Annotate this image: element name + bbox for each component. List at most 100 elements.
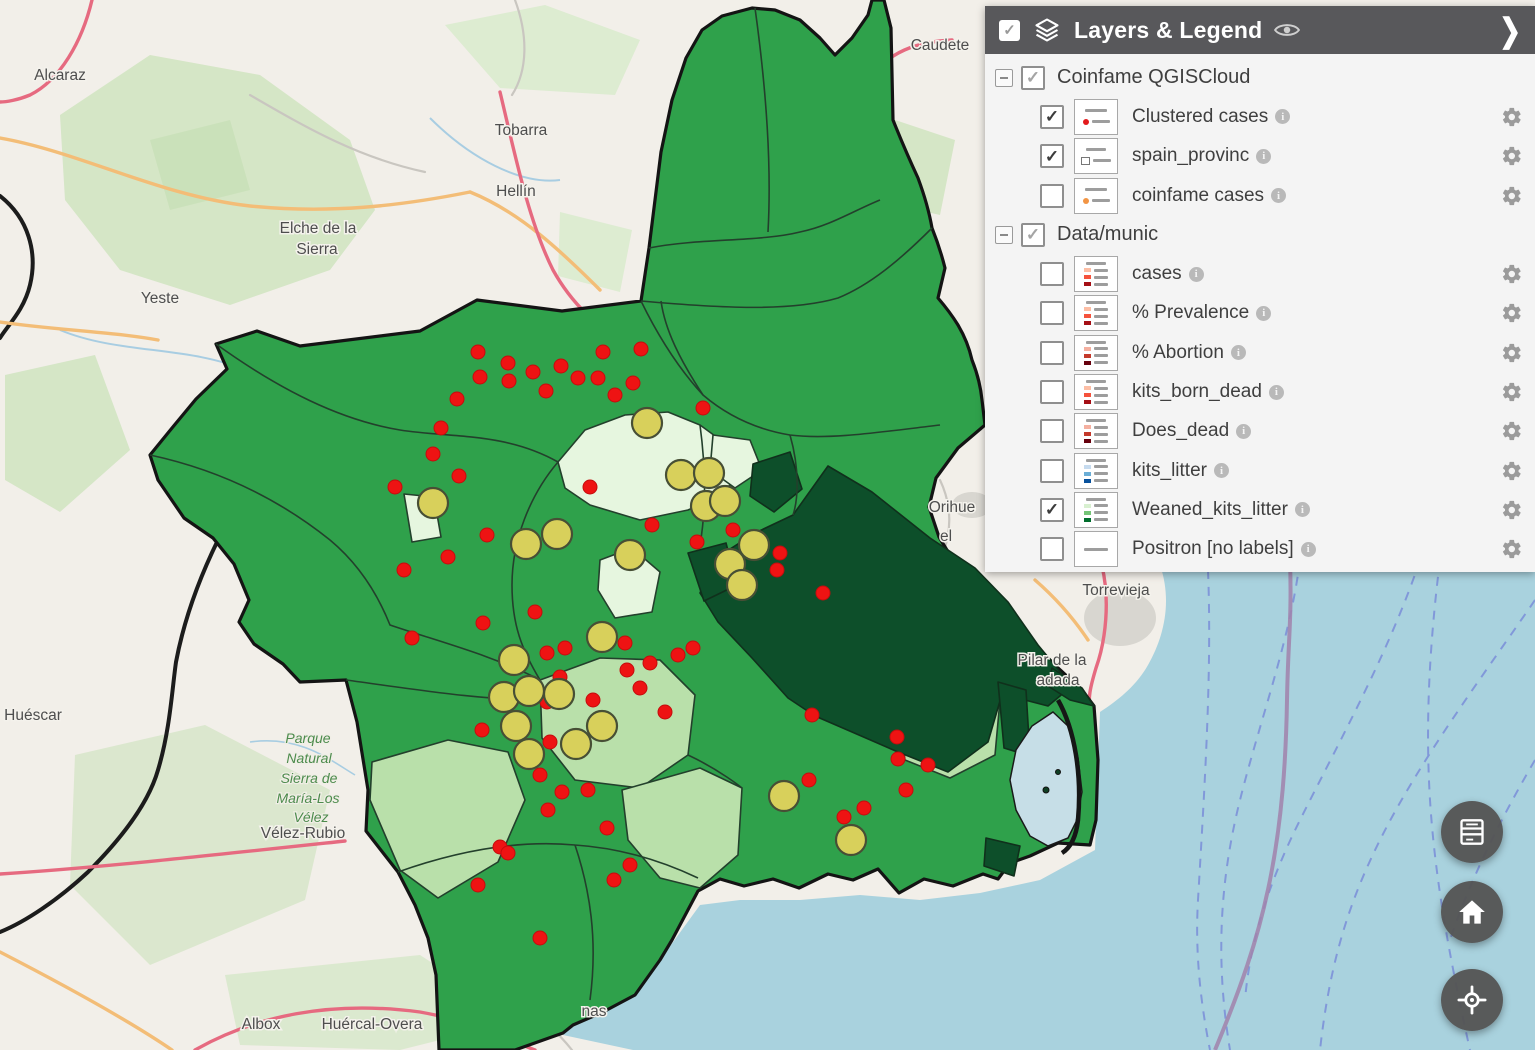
clustered-case-point[interactable] xyxy=(587,711,617,741)
layer-info-icon[interactable]: i xyxy=(1271,188,1286,203)
case-point[interactable] xyxy=(533,768,547,782)
clustered-case-point[interactable] xyxy=(836,825,866,855)
case-point[interactable] xyxy=(686,641,700,655)
layer-checkbox[interactable]: ✓ xyxy=(1040,498,1064,522)
case-point[interactable] xyxy=(480,528,494,542)
group-checkbox[interactable]: ✓ xyxy=(1021,223,1045,247)
eye-icon[interactable] xyxy=(1274,20,1300,40)
case-point[interactable] xyxy=(405,631,419,645)
group-collapse-icon[interactable] xyxy=(995,69,1013,87)
layer-checkbox[interactable]: ✓ xyxy=(1040,105,1064,129)
case-point[interactable] xyxy=(634,342,648,356)
case-point[interactable] xyxy=(773,546,787,560)
case-point[interactable] xyxy=(426,447,440,461)
clustered-case-point[interactable] xyxy=(501,711,531,741)
case-point[interactable] xyxy=(726,523,740,537)
layer-checkbox[interactable]: ✓ xyxy=(1040,341,1064,365)
layer-settings-gear-icon[interactable] xyxy=(1501,106,1523,128)
clustered-case-point[interactable] xyxy=(632,408,662,438)
case-point[interactable] xyxy=(618,636,632,650)
layer-info-icon[interactable]: i xyxy=(1256,306,1271,321)
case-point[interactable] xyxy=(770,563,784,577)
case-point[interactable] xyxy=(555,785,569,799)
all-layers-checkbox[interactable]: ✓ xyxy=(999,20,1020,41)
case-point[interactable] xyxy=(633,681,647,695)
results-button[interactable] xyxy=(1441,801,1503,863)
clustered-case-point[interactable] xyxy=(666,460,696,490)
clustered-case-point[interactable] xyxy=(561,729,591,759)
case-point[interactable] xyxy=(501,356,515,370)
clustered-case-point[interactable] xyxy=(615,540,645,570)
home-button[interactable] xyxy=(1441,881,1503,943)
clustered-case-point[interactable] xyxy=(499,645,529,675)
clustered-case-point[interactable] xyxy=(514,739,544,769)
clustered-case-point[interactable] xyxy=(511,529,541,559)
case-point[interactable] xyxy=(554,359,568,373)
layer-info-icon[interactable]: i xyxy=(1256,149,1271,164)
case-point[interactable] xyxy=(583,480,597,494)
layer-checkbox[interactable]: ✓ xyxy=(1040,419,1064,443)
clustered-case-point[interactable] xyxy=(542,519,572,549)
case-point[interactable] xyxy=(890,730,904,744)
layer-info-icon[interactable]: i xyxy=(1236,424,1251,439)
layer-checkbox[interactable]: ✓ xyxy=(1040,262,1064,286)
layer-info-icon[interactable]: i xyxy=(1231,345,1246,360)
layer-settings-gear-icon[interactable] xyxy=(1501,263,1523,285)
case-point[interactable] xyxy=(528,605,542,619)
layer-checkbox[interactable]: ✓ xyxy=(1040,459,1064,483)
case-point[interactable] xyxy=(626,376,640,390)
group-collapse-icon[interactable] xyxy=(995,226,1013,244)
case-point[interactable] xyxy=(696,401,710,415)
case-point[interactable] xyxy=(891,752,905,766)
case-point[interactable] xyxy=(558,641,572,655)
case-point[interactable] xyxy=(452,469,466,483)
layer-settings-gear-icon[interactable] xyxy=(1501,145,1523,167)
layer-info-icon[interactable]: i xyxy=(1301,542,1316,557)
case-point[interactable] xyxy=(607,873,621,887)
case-point[interactable] xyxy=(471,878,485,892)
case-point[interactable] xyxy=(526,365,540,379)
clustered-case-point[interactable] xyxy=(587,622,617,652)
case-point[interactable] xyxy=(921,758,935,772)
case-point[interactable] xyxy=(471,345,485,359)
case-point[interactable] xyxy=(802,773,816,787)
case-point[interactable] xyxy=(475,723,489,737)
case-point[interactable] xyxy=(620,663,634,677)
case-point[interactable] xyxy=(476,616,490,630)
clustered-case-point[interactable] xyxy=(694,458,724,488)
case-point[interactable] xyxy=(623,858,637,872)
case-point[interactable] xyxy=(899,783,913,797)
layer-settings-gear-icon[interactable] xyxy=(1501,460,1523,482)
case-point[interactable] xyxy=(671,648,685,662)
case-point[interactable] xyxy=(586,693,600,707)
layer-checkbox[interactable]: ✓ xyxy=(1040,301,1064,325)
case-point[interactable] xyxy=(805,708,819,722)
layer-info-icon[interactable]: i xyxy=(1214,463,1229,478)
case-point[interactable] xyxy=(441,550,455,564)
layer-settings-gear-icon[interactable] xyxy=(1501,302,1523,324)
locate-button[interactable] xyxy=(1441,969,1503,1031)
layer-checkbox[interactable]: ✓ xyxy=(1040,537,1064,561)
case-point[interactable] xyxy=(473,370,487,384)
case-point[interactable] xyxy=(690,535,704,549)
layer-checkbox[interactable]: ✓ xyxy=(1040,144,1064,168)
clustered-case-point[interactable] xyxy=(769,781,799,811)
case-point[interactable] xyxy=(857,801,871,815)
layer-info-icon[interactable]: i xyxy=(1295,502,1310,517)
collapse-panel-arrow-icon[interactable]: ❯ xyxy=(1499,14,1521,47)
case-point[interactable] xyxy=(502,374,516,388)
case-point[interactable] xyxy=(837,810,851,824)
case-point[interactable] xyxy=(539,384,553,398)
layer-checkbox[interactable]: ✓ xyxy=(1040,380,1064,404)
case-point[interactable] xyxy=(388,480,402,494)
layer-settings-gear-icon[interactable] xyxy=(1501,185,1523,207)
clustered-case-point[interactable] xyxy=(710,486,740,516)
case-point[interactable] xyxy=(450,392,464,406)
clustered-case-point[interactable] xyxy=(418,488,448,518)
case-point[interactable] xyxy=(581,783,595,797)
case-point[interactable] xyxy=(591,371,605,385)
case-point[interactable] xyxy=(571,371,585,385)
case-point[interactable] xyxy=(397,563,411,577)
layer-settings-gear-icon[interactable] xyxy=(1501,381,1523,403)
case-point[interactable] xyxy=(533,931,547,945)
